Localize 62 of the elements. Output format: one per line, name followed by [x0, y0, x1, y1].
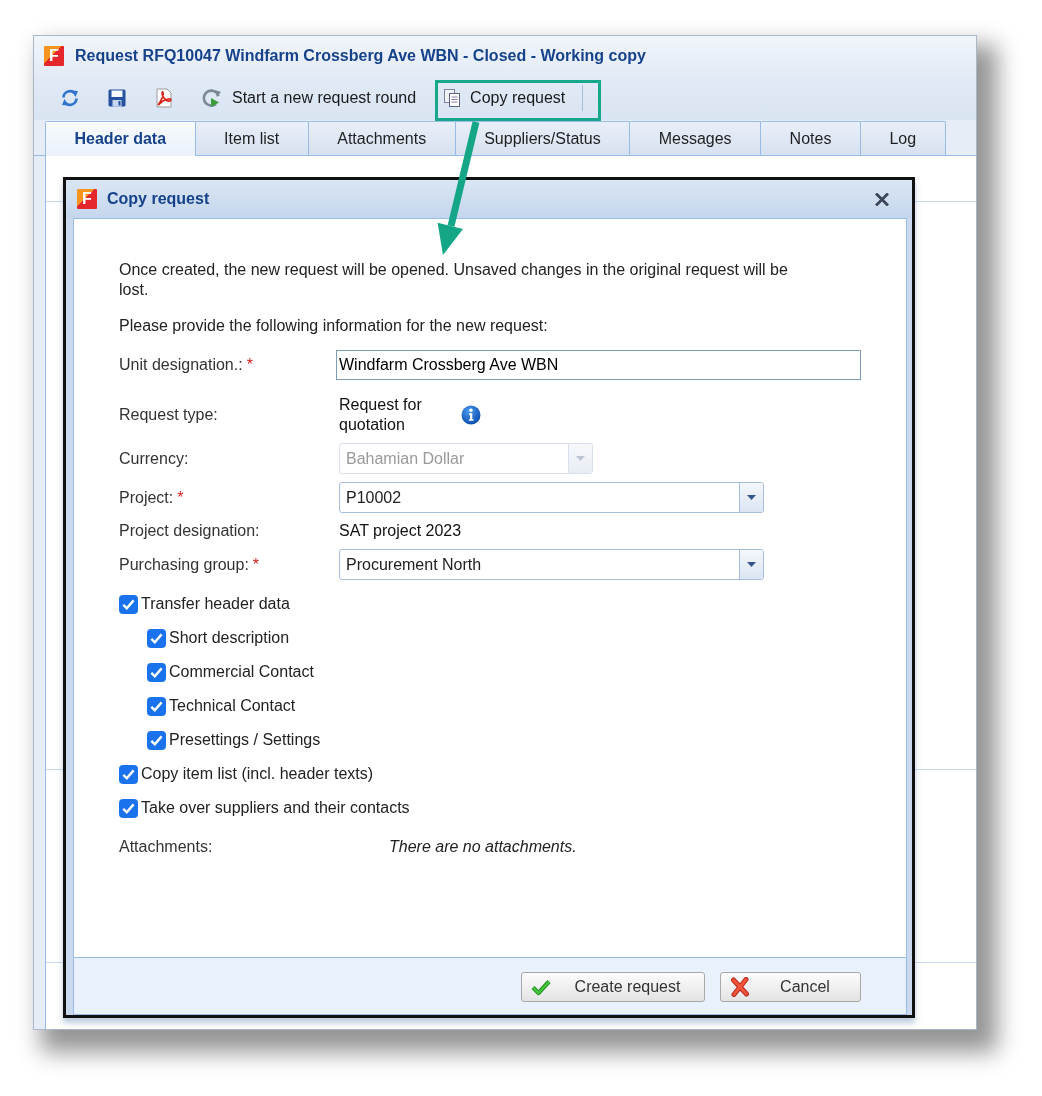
dialog-title: Copy request — [107, 190, 210, 208]
toolbar-button[interactable]: Copy request — [438, 83, 571, 113]
field-label: Attachments: — [119, 837, 214, 857]
checkbox[interactable] — [147, 730, 166, 750]
dropdown-field[interactable]: P10002 — [339, 482, 764, 513]
window-title: Request RFQ10047 Windfarm Crossberg Ave WBN - Closed - Working copy — [75, 47, 646, 65]
caret-icon — [576, 456, 585, 461]
intro-text: Once created, the new request will be opened. Unsaved changes in the original request will be lost. — [119, 260, 789, 300]
dropdown-button[interactable] — [739, 483, 763, 512]
field-value: There are no attachments. — [389, 837, 577, 857]
dropdown-button[interactable] — [739, 550, 763, 579]
field-label: Currency: — [119, 448, 189, 469]
tab[interactable]: Attachments — [307, 121, 456, 155]
text-field[interactable]: Windfarm Crossberg Ave WBN — [336, 350, 861, 380]
cycle-arrow-icon — [201, 87, 223, 109]
tab[interactable]: Header data — [45, 121, 196, 156]
create-button[interactable]: Create request — [521, 972, 705, 1002]
required-mark: * — [177, 487, 184, 508]
prompt-text: Please provide the following information for the new request: — [119, 316, 549, 336]
close-icon — [875, 192, 889, 206]
tab[interactable]: Suppliers/Status — [454, 121, 631, 155]
checkbox[interactable] — [119, 798, 138, 818]
checkbox-label: Commercial Contact — [169, 663, 314, 681]
field-label: Project: — [119, 487, 174, 508]
field-label: Purchasing group: — [119, 554, 249, 575]
checkbox[interactable] — [119, 764, 138, 784]
checkbox-label: Short description — [169, 629, 290, 647]
field-label: Request type: — [119, 405, 218, 425]
cancel-button[interactable]: Cancel — [720, 972, 861, 1002]
checkbox-label: Presettings / Settings — [169, 731, 321, 749]
checkbox-label: Transfer header data — [141, 595, 290, 613]
field-label: Unit designation.: — [119, 355, 243, 375]
checkbox-label: Technical Contact — [169, 697, 296, 715]
info-icon — [461, 405, 481, 425]
cross-icon — [730, 977, 750, 997]
caret-icon — [747, 495, 756, 500]
field-label: Project designation: — [119, 521, 260, 541]
tab[interactable]: Notes — [760, 121, 861, 155]
checkbox[interactable] — [147, 628, 166, 648]
app-logo: F — [77, 189, 97, 209]
checkbox-label: Copy item list (incl. header texts) — [141, 765, 374, 783]
save-icon — [107, 88, 127, 108]
field-value: SAT project 2023 — [339, 521, 462, 541]
close-button[interactable] — [873, 190, 891, 208]
required-mark: * — [246, 355, 253, 375]
refresh-icon — [60, 88, 80, 108]
tab[interactable]: Item list — [194, 121, 309, 155]
tab[interactable]: Log — [859, 121, 946, 155]
field-value: Request for quotation — [339, 395, 423, 435]
checkbox[interactable] — [147, 696, 166, 716]
tab[interactable]: Messages — [629, 121, 762, 155]
pdf-icon — [154, 88, 174, 108]
checkbox[interactable] — [147, 662, 166, 682]
copy-icon — [443, 89, 462, 107]
checkbox-label: Take over suppliers and their contacts — [141, 799, 410, 817]
toolbar-button[interactable]: Start a new request round — [196, 83, 422, 113]
caret-icon — [747, 562, 756, 567]
dropdown-field[interactable]: Procurement North — [339, 549, 764, 580]
checkbox[interactable] — [119, 594, 138, 614]
app-logo: F — [44, 46, 64, 66]
check-icon — [531, 977, 551, 997]
required-mark: * — [252, 554, 260, 575]
